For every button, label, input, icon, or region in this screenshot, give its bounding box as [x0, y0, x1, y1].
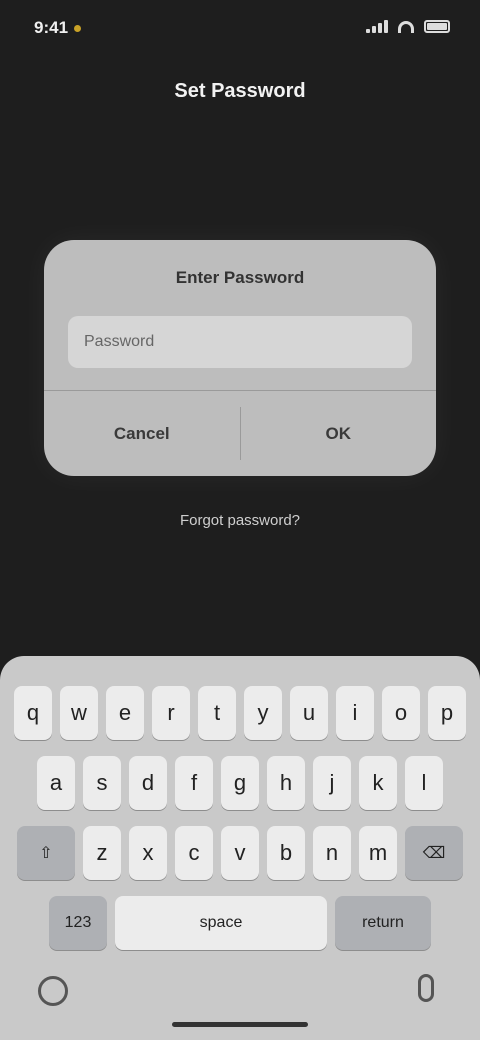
keyboard-row-3: ⇧ z x c v b n m ⌫ — [0, 826, 480, 880]
delete-key[interactable]: ⌫ — [405, 826, 463, 880]
key-j[interactable]: j — [313, 756, 351, 810]
microphone-icon[interactable] — [418, 974, 434, 1002]
key-p[interactable]: p — [428, 686, 466, 740]
key-a[interactable]: a — [37, 756, 75, 810]
return-key[interactable]: return — [335, 896, 431, 950]
key-m[interactable]: m — [359, 826, 397, 880]
shift-key[interactable]: ⇧ — [17, 826, 75, 880]
password-dialog: Enter Password Cancel OK — [44, 240, 436, 476]
key-o[interactable]: o — [382, 686, 420, 740]
dialog-actions: Cancel OK — [44, 391, 436, 476]
key-k[interactable]: k — [359, 756, 397, 810]
status-icons — [366, 20, 450, 33]
signal-icon — [366, 20, 388, 33]
status-bar: 9:41 — [0, 0, 480, 64]
dialog-title: Enter Password — [175, 268, 305, 287]
home-indicator[interactable] — [172, 1022, 308, 1027]
key-e[interactable]: e — [106, 686, 144, 740]
keyboard-row-2: a s d f g h j k l — [0, 756, 480, 810]
key-y[interactable]: y — [244, 686, 282, 740]
key-z[interactable]: z — [83, 826, 121, 880]
key-h[interactable]: h — [267, 756, 305, 810]
key-l[interactable]: l — [405, 756, 443, 810]
key-i[interactable]: i — [336, 686, 374, 740]
cancel-button[interactable]: Cancel — [44, 391, 240, 476]
key-u[interactable]: u — [290, 686, 328, 740]
recording-dot-icon — [74, 25, 82, 33]
key-w[interactable]: w — [60, 686, 98, 740]
key-c[interactable]: c — [175, 826, 213, 880]
keyboard-row-1: q w e r t y u i o p — [0, 686, 480, 740]
key-f[interactable]: f — [175, 756, 213, 810]
key-t[interactable]: t — [198, 686, 236, 740]
page-title: Set Password — [174, 80, 306, 102]
key-x[interactable]: x — [129, 826, 167, 880]
forgot-password-link[interactable]: Forgot password? — [0, 512, 480, 529]
globe-icon[interactable] — [38, 976, 68, 1006]
key-g[interactable]: g — [221, 756, 259, 810]
wifi-icon — [398, 20, 414, 33]
numbers-key[interactable]: 123 — [49, 896, 107, 950]
key-r[interactable]: r — [152, 686, 190, 740]
keyboard-row-4: 123 space return — [0, 896, 480, 950]
password-input[interactable] — [68, 316, 412, 368]
status-time: 9:41 — [34, 18, 82, 38]
ok-button[interactable]: OK — [241, 391, 437, 476]
key-d[interactable]: d — [129, 756, 167, 810]
battery-icon — [424, 20, 450, 33]
keyboard: q w e r t y u i o p a s d f g h j k l ⇧ … — [0, 656, 480, 1040]
space-key[interactable]: space — [115, 896, 327, 950]
key-b[interactable]: b — [267, 826, 305, 880]
key-q[interactable]: q — [14, 686, 52, 740]
keyboard-bottom-bar — [0, 956, 480, 1040]
key-s[interactable]: s — [83, 756, 121, 810]
key-n[interactable]: n — [313, 826, 351, 880]
status-time-text: 9:41 — [34, 18, 69, 37]
key-v[interactable]: v — [221, 826, 259, 880]
